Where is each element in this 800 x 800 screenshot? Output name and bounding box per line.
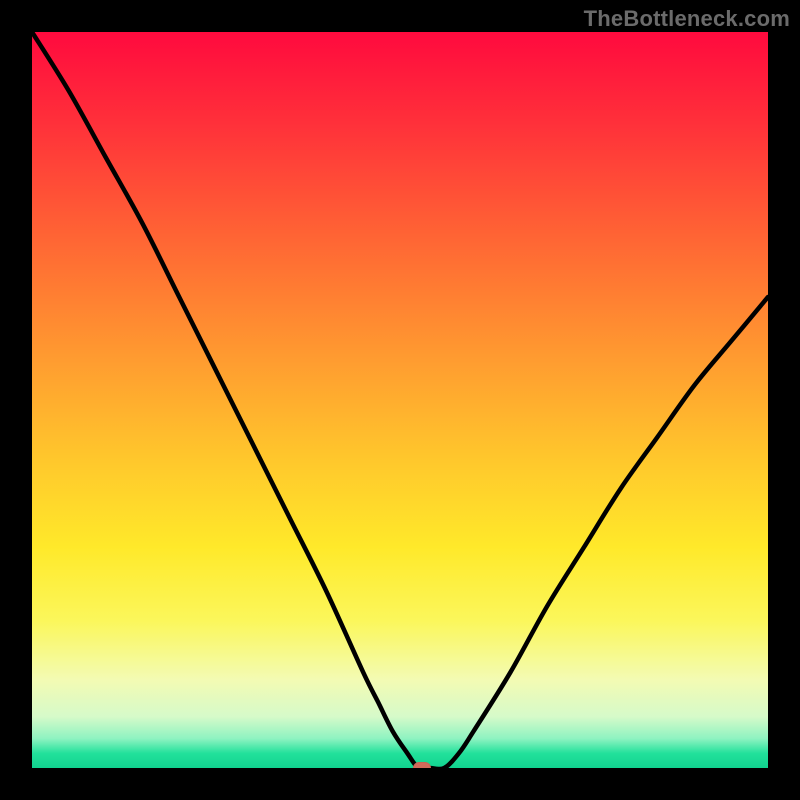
chart-frame: TheBottleneck.com (0, 0, 800, 800)
optimal-point-marker (413, 762, 431, 768)
attribution-text: TheBottleneck.com (584, 6, 790, 32)
bottleneck-curve (32, 32, 768, 768)
plot-area (32, 32, 768, 768)
bottleneck-curve-svg (32, 32, 768, 768)
